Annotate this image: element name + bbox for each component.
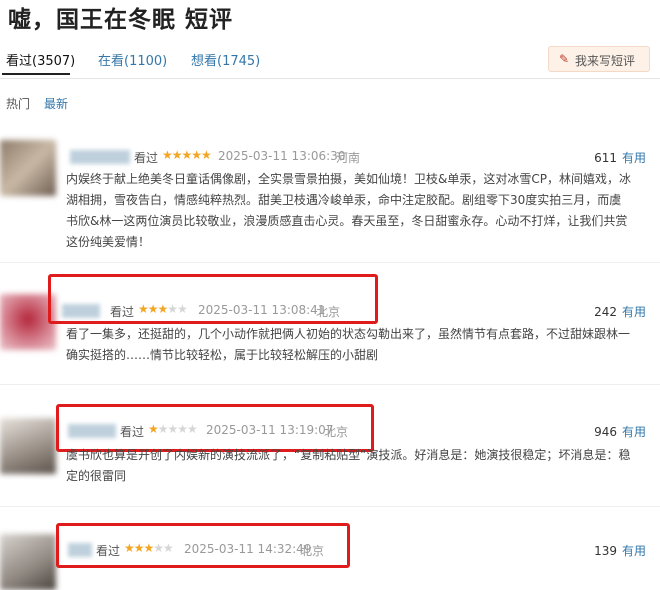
review-location: 北京	[324, 425, 349, 439]
write-review-button[interactable]: ✎ 我来写短评	[548, 46, 650, 72]
star-rating: ★★★★★	[138, 302, 188, 316]
useful-label: 有用	[621, 305, 646, 319]
review-line: 书欣&林一这两位演员比较敬业，浪漫质感直击心灵。春天虽至，冬日甜蜜永存。心动不打…	[66, 214, 628, 228]
review-line: 定的很雷同	[66, 469, 127, 483]
review-line: 这份纯美爱情！	[66, 235, 151, 249]
useful-label: 有用	[621, 544, 646, 558]
review-line: 虞书欣也算是开创了内娱新的演技流派了，“复制粘贴型”演技派。好消息是：她演技很稳…	[66, 448, 631, 462]
username-blurred[interactable]	[68, 543, 92, 557]
pencil-icon: ✎	[559, 52, 570, 66]
watch-status: 看过	[120, 425, 145, 439]
watch-status: 看过	[96, 544, 121, 558]
review-line: 湖相拥，雪夜告白，情感纯粹热烈。甜美卫枝遇冷峻单汞，命中注定胶配。剧组零下30度…	[66, 193, 622, 207]
active-tab-indicator	[2, 73, 70, 75]
tab-want-to-watch[interactable]: 想看(1745)	[191, 50, 260, 69]
useful-label: 有用	[621, 425, 646, 439]
sort-latest[interactable]: 最新	[44, 95, 68, 112]
avatar[interactable]	[0, 140, 56, 196]
page-title: 嘘，国王在冬眠 短评	[8, 7, 234, 33]
divider	[0, 506, 660, 507]
review-location: 北京	[300, 544, 325, 558]
review-time: 2025-03-11 13:06:30	[218, 149, 346, 163]
useful-vote[interactable]: 139 有用	[594, 542, 646, 559]
sort-hot[interactable]: 热门	[6, 95, 30, 112]
vote-count: 139	[594, 544, 617, 558]
divider	[0, 384, 660, 385]
username-blurred[interactable]	[70, 150, 130, 164]
username-blurred[interactable]	[62, 304, 100, 318]
tab-watched[interactable]: 看过(3507)	[6, 50, 75, 69]
write-review-label: 我来写短评	[575, 54, 636, 68]
vote-count: 242	[594, 305, 617, 319]
watch-status: 看过	[110, 305, 135, 319]
divider	[0, 262, 660, 263]
tab-watching[interactable]: 在看(1100)	[98, 50, 167, 69]
useful-vote[interactable]: 242 有用	[594, 303, 646, 320]
review-location: 河南	[336, 151, 361, 165]
star-rating: ★★★★★	[162, 148, 212, 162]
avatar[interactable]	[0, 418, 56, 474]
star-rating: ★★★★★	[148, 422, 198, 436]
review-text: 看了一集多，还挺甜的，几个小动作就把俩人初始的状态勾勒出来了，虽然情节有点套路，…	[66, 324, 654, 366]
vote-count: 946	[594, 425, 617, 439]
review-text: 虞书欣也算是开创了内娱新的演技流派了，“复制粘贴型”演技派。好消息是：她演技很稳…	[66, 445, 654, 487]
useful-vote[interactable]: 611 有用	[594, 149, 646, 166]
vote-count: 611	[594, 151, 617, 165]
star-rating: ★★★★★	[124, 541, 174, 555]
tabs-divider	[0, 78, 660, 79]
review-time: 2025-03-11 14:32:49	[184, 542, 312, 556]
review-location: 北京	[316, 305, 341, 319]
avatar[interactable]	[0, 534, 56, 590]
review-text: 内娱终于献上绝美冬日童话偶像剧，全实景雪景拍摄，美如仙境！卫枝&单汞，这对冰雪C…	[66, 169, 654, 253]
review-line: 看了一集多，还挺甜的，几个小动作就把俩人初始的状态勾勒出来了，虽然情节有点套路，…	[66, 327, 631, 341]
review-time: 2025-03-11 13:19:07	[206, 423, 334, 437]
review-line: 内娱终于献上绝美冬日童话偶像剧，全实景雪景拍摄，美如仙境！卫枝&单汞，这对冰雪C…	[66, 172, 631, 186]
useful-vote[interactable]: 946 有用	[594, 423, 646, 440]
useful-label: 有用	[621, 151, 646, 165]
review-time: 2025-03-11 13:08:41	[198, 303, 326, 317]
review-line: 确实挺搭的……情节比较轻松，属于比较轻松解压的小甜剧	[66, 348, 379, 362]
watch-status: 看过	[134, 151, 159, 165]
username-blurred[interactable]	[68, 424, 116, 438]
